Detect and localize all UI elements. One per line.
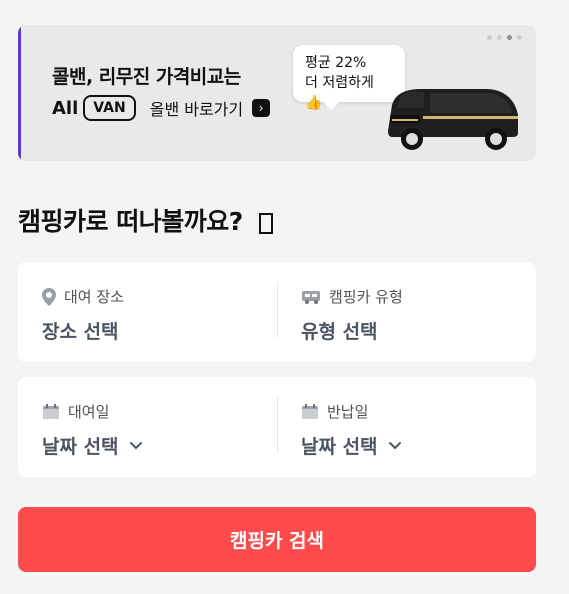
banner-link-text[interactable]: 올밴 바로가기	[150, 96, 243, 120]
chevron-down-icon	[388, 441, 401, 449]
brand-van-logo: VAN	[83, 95, 136, 121]
page-title-text: 캠핑카로 떠나볼까요?	[18, 207, 243, 236]
rental-location-field[interactable]: 대여 장소 장소 선택	[18, 262, 277, 362]
calendar-icon	[43, 403, 59, 419]
rental-date-field[interactable]: 대여일 날짜 선택	[18, 377, 277, 477]
camper-search-button[interactable]: 캠핑카 검색	[18, 507, 536, 572]
chevron-right-icon: ›	[252, 99, 271, 117]
camper-type-value: 유형 선택	[301, 321, 378, 343]
camper-van-icon	[302, 290, 320, 304]
date-selection-card: 대여일 날짜 선택 반납일 날짜 선택	[18, 377, 536, 477]
return-date-field[interactable]: 반납일 날짜 선택	[277, 377, 536, 477]
bubble-line-1: 평균 22%	[305, 55, 367, 71]
rental-date-label: 대여일	[68, 403, 110, 421]
rental-location-label: 대여 장소	[64, 288, 124, 306]
rental-location-value: 장소 선택	[42, 321, 119, 343]
calendar-icon	[302, 403, 318, 419]
location-type-card: 대여 장소 장소 선택 캠핑카 유형 유형 선택	[18, 262, 536, 362]
page-title: 캠핑카로 떠나볼까요?	[18, 202, 273, 238]
rental-date-value: 날짜 선택	[42, 436, 119, 458]
brand-all-text: All	[52, 97, 79, 119]
bubble-tail	[323, 102, 339, 110]
missing-emoji-glyph	[258, 212, 273, 234]
promo-banner[interactable]: 콜밴, 리무진 가격비교는 All VAN 올밴 바로가기 › 평균 22% 더…	[18, 25, 536, 161]
pagination-dot	[517, 35, 522, 40]
location-pin-icon	[42, 287, 56, 306]
banner-headline: 콜밴, 리무진 가격비교는	[52, 66, 241, 88]
pagination-dot	[497, 35, 502, 40]
banner-accent-bar	[18, 25, 21, 161]
return-date-value: 날짜 선택	[301, 436, 378, 458]
camper-type-label: 캠핑카 유형	[329, 288, 403, 306]
return-date-label: 반납일	[327, 403, 369, 421]
camper-type-field[interactable]: 캠핑카 유형 유형 선택	[277, 262, 536, 362]
van-illustration	[388, 89, 518, 150]
banner-brand-row: All VAN 올밴 바로가기 ›	[52, 95, 271, 121]
pagination-dot-active	[507, 35, 512, 40]
chevron-down-icon	[129, 441, 142, 449]
pagination-dot	[487, 35, 492, 40]
banner-pagination	[487, 35, 522, 40]
